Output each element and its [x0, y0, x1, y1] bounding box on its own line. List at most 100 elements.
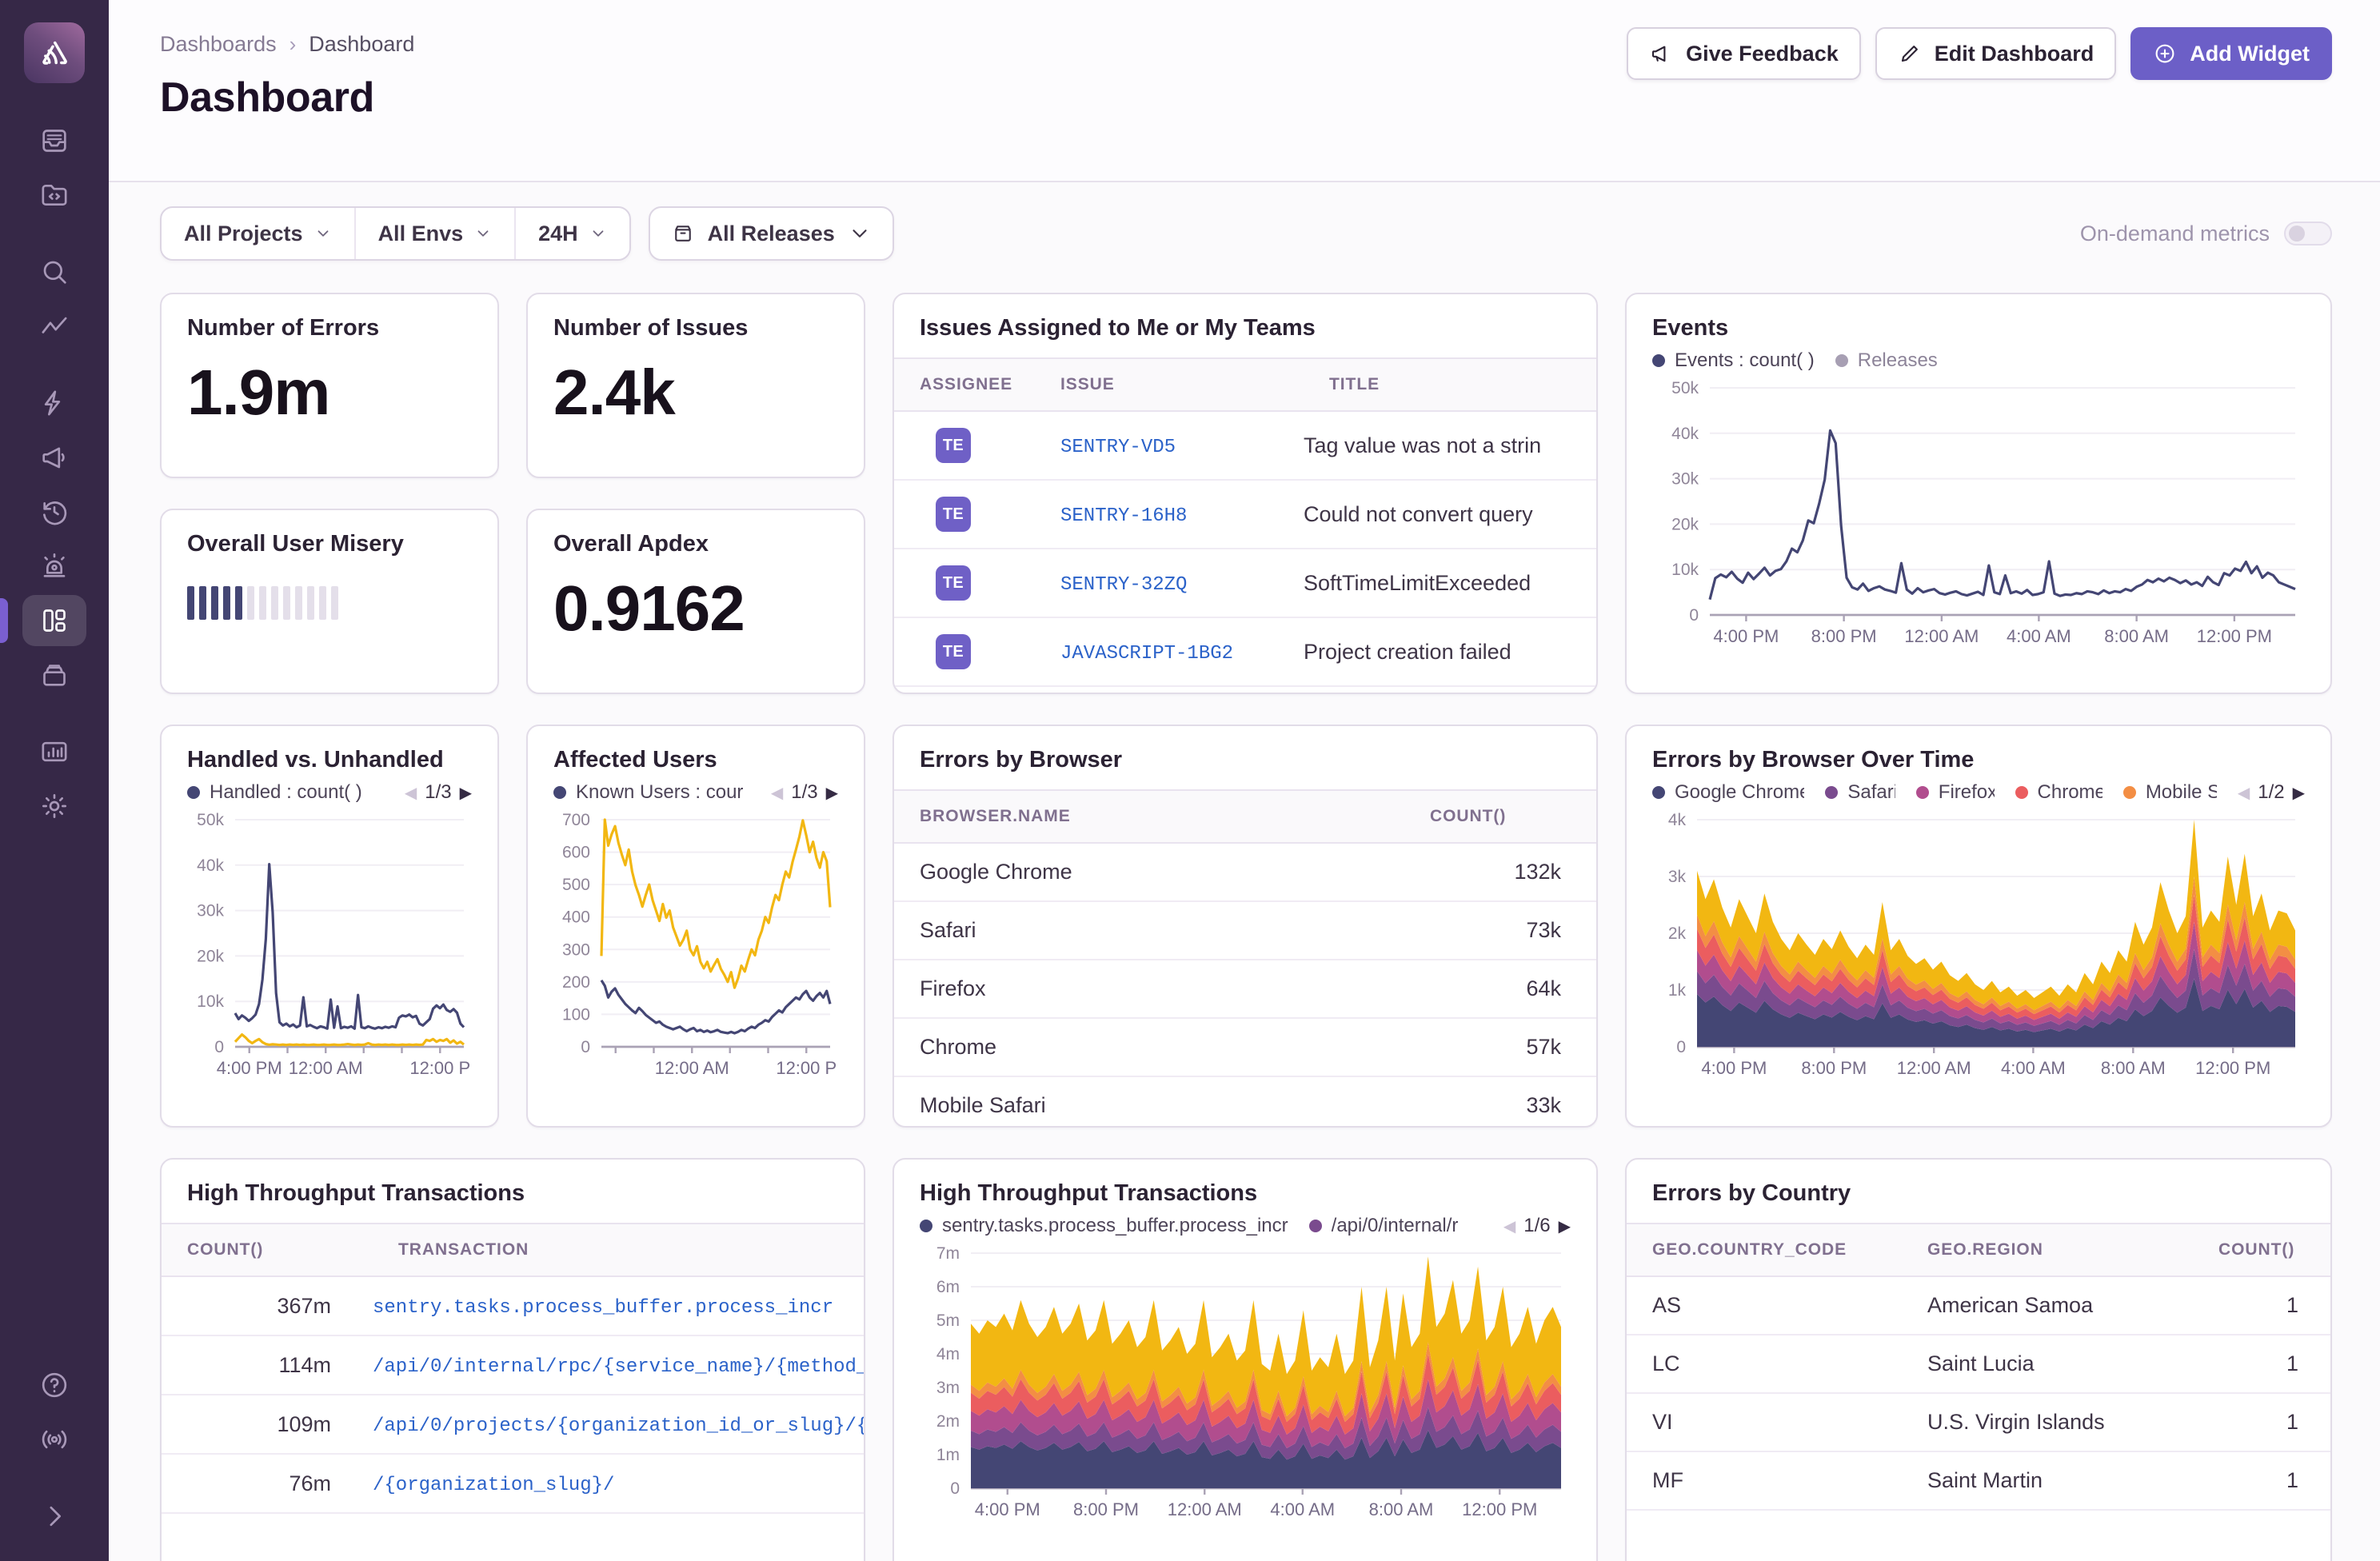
legend-pagination: ◀1/6▶ [1503, 1215, 1571, 1237]
column-header: GEO.REGION [1902, 1224, 2193, 1276]
transaction-link[interactable]: /api/0/projects/{organization_id_or_slug… [373, 1415, 864, 1437]
table-row: LCSaint Lucia1 [1627, 1335, 2330, 1393]
pagination-prev-icon[interactable]: ◀ [2238, 783, 2250, 803]
pagination-prev-icon[interactable]: ◀ [1503, 1216, 1515, 1236]
sidebar-item-megaphone[interactable] [22, 432, 86, 483]
sentry-logo-icon [37, 35, 72, 70]
legend-item[interactable]: Mobile S [2123, 781, 2217, 804]
high-throughput-transactions-chart[interactable]: 01m2m3m4m5m6m7m4:00 PM8:00 PM12:00 AM4:0… [920, 1240, 1571, 1561]
main-content: Dashboards › Dashboard Dashboard Give Fe… [109, 0, 2380, 1561]
legend-item[interactable]: Releases [1835, 349, 1938, 372]
legend-label: Events : count( ) [1675, 349, 1815, 372]
table-head: GEO.COUNTRY_CODEGEO.REGIONCOUNT() [1627, 1224, 2330, 1276]
svg-text:1k: 1k [1668, 981, 1687, 1000]
transaction-link[interactable]: /api/0/internal/rpc/{service_name}/{meth… [373, 1356, 864, 1378]
sidebar-item-alerts-siren[interactable] [22, 541, 86, 592]
sidebar-item-replays-history[interactable] [22, 486, 86, 537]
issue-title-cell: SoftTimeLimitExceeded [1304, 549, 1596, 617]
widget-title: Overall User Misery [187, 531, 472, 557]
svg-text:12:00 AM: 12:00 AM [289, 1058, 363, 1078]
table-row: MFSaint Martin1 [1627, 1451, 2330, 1510]
count-cell: 114m [162, 1335, 373, 1395]
issue-link[interactable]: SENTRY-VD5 [1060, 437, 1176, 458]
table-row: Firefox64k [894, 960, 1596, 1018]
page-filter-bar: All Projects All Envs 24H [160, 206, 631, 261]
legend-label: Mobile S [2146, 781, 2217, 804]
issue-link[interactable]: SENTRY-16H8 [1060, 505, 1187, 527]
environments-filter[interactable]: All Envs [354, 208, 515, 259]
sidebar-item-lightning[interactable] [22, 377, 86, 429]
plus-circle-icon [2153, 42, 2177, 66]
help-icon [38, 1369, 70, 1401]
sidebar-item-broadcast[interactable] [22, 1414, 86, 1465]
releases-filter[interactable]: All Releases [649, 206, 894, 261]
browser-name-cell: Firefox [894, 960, 1404, 1018]
widget-title: Errors by Country [1627, 1160, 2330, 1223]
pagination-next-icon[interactable]: ▶ [826, 783, 838, 803]
legend-item[interactable]: sentry.tasks.process_buffer.process_incr [920, 1215, 1288, 1237]
legend-item[interactable]: Chrome [2015, 781, 2102, 804]
add-widget-button[interactable]: Add Widget [2130, 27, 2332, 80]
svg-text:12:00 PM: 12:00 PM [1462, 1499, 1537, 1519]
sidebar-item-dashboards[interactable] [22, 595, 86, 646]
column-header: ASSIGNEE [894, 358, 1035, 411]
sentry-logo[interactable] [24, 22, 85, 83]
misery-bar [259, 586, 266, 620]
legend-item[interactable]: Safari [1825, 781, 1895, 804]
breadcrumb-dashboards[interactable]: Dashboards [160, 32, 277, 57]
country-code-cell: AS [1627, 1276, 1902, 1335]
count-cell: 109m [162, 1395, 373, 1454]
handled-vs-unhandled-chart[interactable]: 010k20k30k40k50k4:00 PM12:00 AM12:00 P [187, 807, 472, 1120]
table-row: 76m/{organization_slug}/ [162, 1454, 864, 1513]
sidebar-item-search[interactable] [22, 246, 86, 297]
pagination-prev-icon[interactable]: ◀ [405, 783, 417, 803]
sidebar-item-performance[interactable] [22, 301, 86, 352]
breadcrumb-dashboard[interactable]: Dashboard [309, 32, 414, 57]
edit-dashboard-button[interactable]: Edit Dashboard [1875, 27, 2117, 80]
chart-legend: Events : count( ) Releases [1652, 349, 2305, 372]
legend-label: Handled : count( ) [210, 781, 362, 804]
legend-item[interactable]: Events : count( ) [1652, 349, 1815, 372]
legend-item[interactable]: /api/0/internal/r [1309, 1215, 1459, 1237]
sidebar-item-archive-box[interactable] [22, 649, 86, 701]
on-demand-metrics-toggle[interactable] [2284, 222, 2332, 246]
svg-text:4:00 PM: 4:00 PM [975, 1499, 1040, 1519]
svg-text:600: 600 [562, 844, 590, 862]
pagination-next-icon[interactable]: ▶ [2293, 783, 2305, 803]
issue-link[interactable]: SENTRY-32ZQ [1060, 574, 1187, 596]
sidebar-item-help[interactable] [22, 1359, 86, 1411]
svg-text:7m: 7m [936, 1244, 960, 1263]
legend-item[interactable]: Handled : count( ) [187, 781, 362, 804]
pagination-next-icon[interactable]: ▶ [460, 783, 472, 803]
legend-item[interactable]: Firefox [1916, 781, 1995, 804]
issue-link[interactable]: JAVASCRIPT-1BG2 [1060, 643, 1233, 665]
legend-item[interactable]: Known Users : cour [553, 781, 743, 804]
legend-item[interactable]: Google Chrome [1652, 781, 1804, 804]
svg-text:50k: 50k [1671, 379, 1699, 397]
sidebar-item-collapse-chevron[interactable] [22, 1491, 86, 1542]
assignee-avatar: TE [936, 428, 971, 463]
projects-filter[interactable]: All Projects [162, 208, 354, 259]
sidebar-item-issues[interactable] [22, 115, 86, 166]
lightning-icon [38, 387, 70, 419]
sidebar-item-stats-monitor[interactable] [22, 726, 86, 777]
widget-title: Errors by Browser [894, 726, 1596, 789]
widget-number-of-errors: Number of Errors 1.9m [160, 293, 499, 478]
sidebar-item-settings-gear[interactable] [22, 780, 86, 832]
pagination-prev-icon[interactable]: ◀ [771, 783, 783, 803]
search-icon [38, 256, 70, 288]
errors-by-browser-over-time-chart[interactable]: 01k2k3k4k4:00 PM8:00 PM12:00 AM4:00 AM8:… [1652, 807, 2305, 1120]
transaction-link[interactable]: sentry.tasks.process_buffer.process_incr [373, 1297, 833, 1319]
affected-users-chart[interactable]: 010020030040050060070012:00 AM12:00 P [553, 807, 838, 1120]
legend-dot [1825, 786, 1838, 799]
sidebar-item-projects[interactable] [22, 170, 86, 221]
issues-assigned-table: ASSIGNEEISSUETITLETESENTRY-VD5Tag value … [894, 357, 1596, 687]
pagination-next-icon[interactable]: ▶ [1559, 1216, 1571, 1236]
date-range-filter[interactable]: 24H [514, 208, 629, 259]
count-cell: 76m [162, 1454, 373, 1513]
region-cell: American Samoa [1902, 1276, 2193, 1335]
legend-dot [553, 786, 566, 799]
events-chart[interactable]: 010k20k30k40k50k4:00 PM8:00 PM12:00 AM4:… [1652, 375, 2305, 686]
transaction-link[interactable]: /{organization_slug}/ [373, 1475, 614, 1496]
give-feedback-button[interactable]: Give Feedback [1627, 27, 1861, 80]
